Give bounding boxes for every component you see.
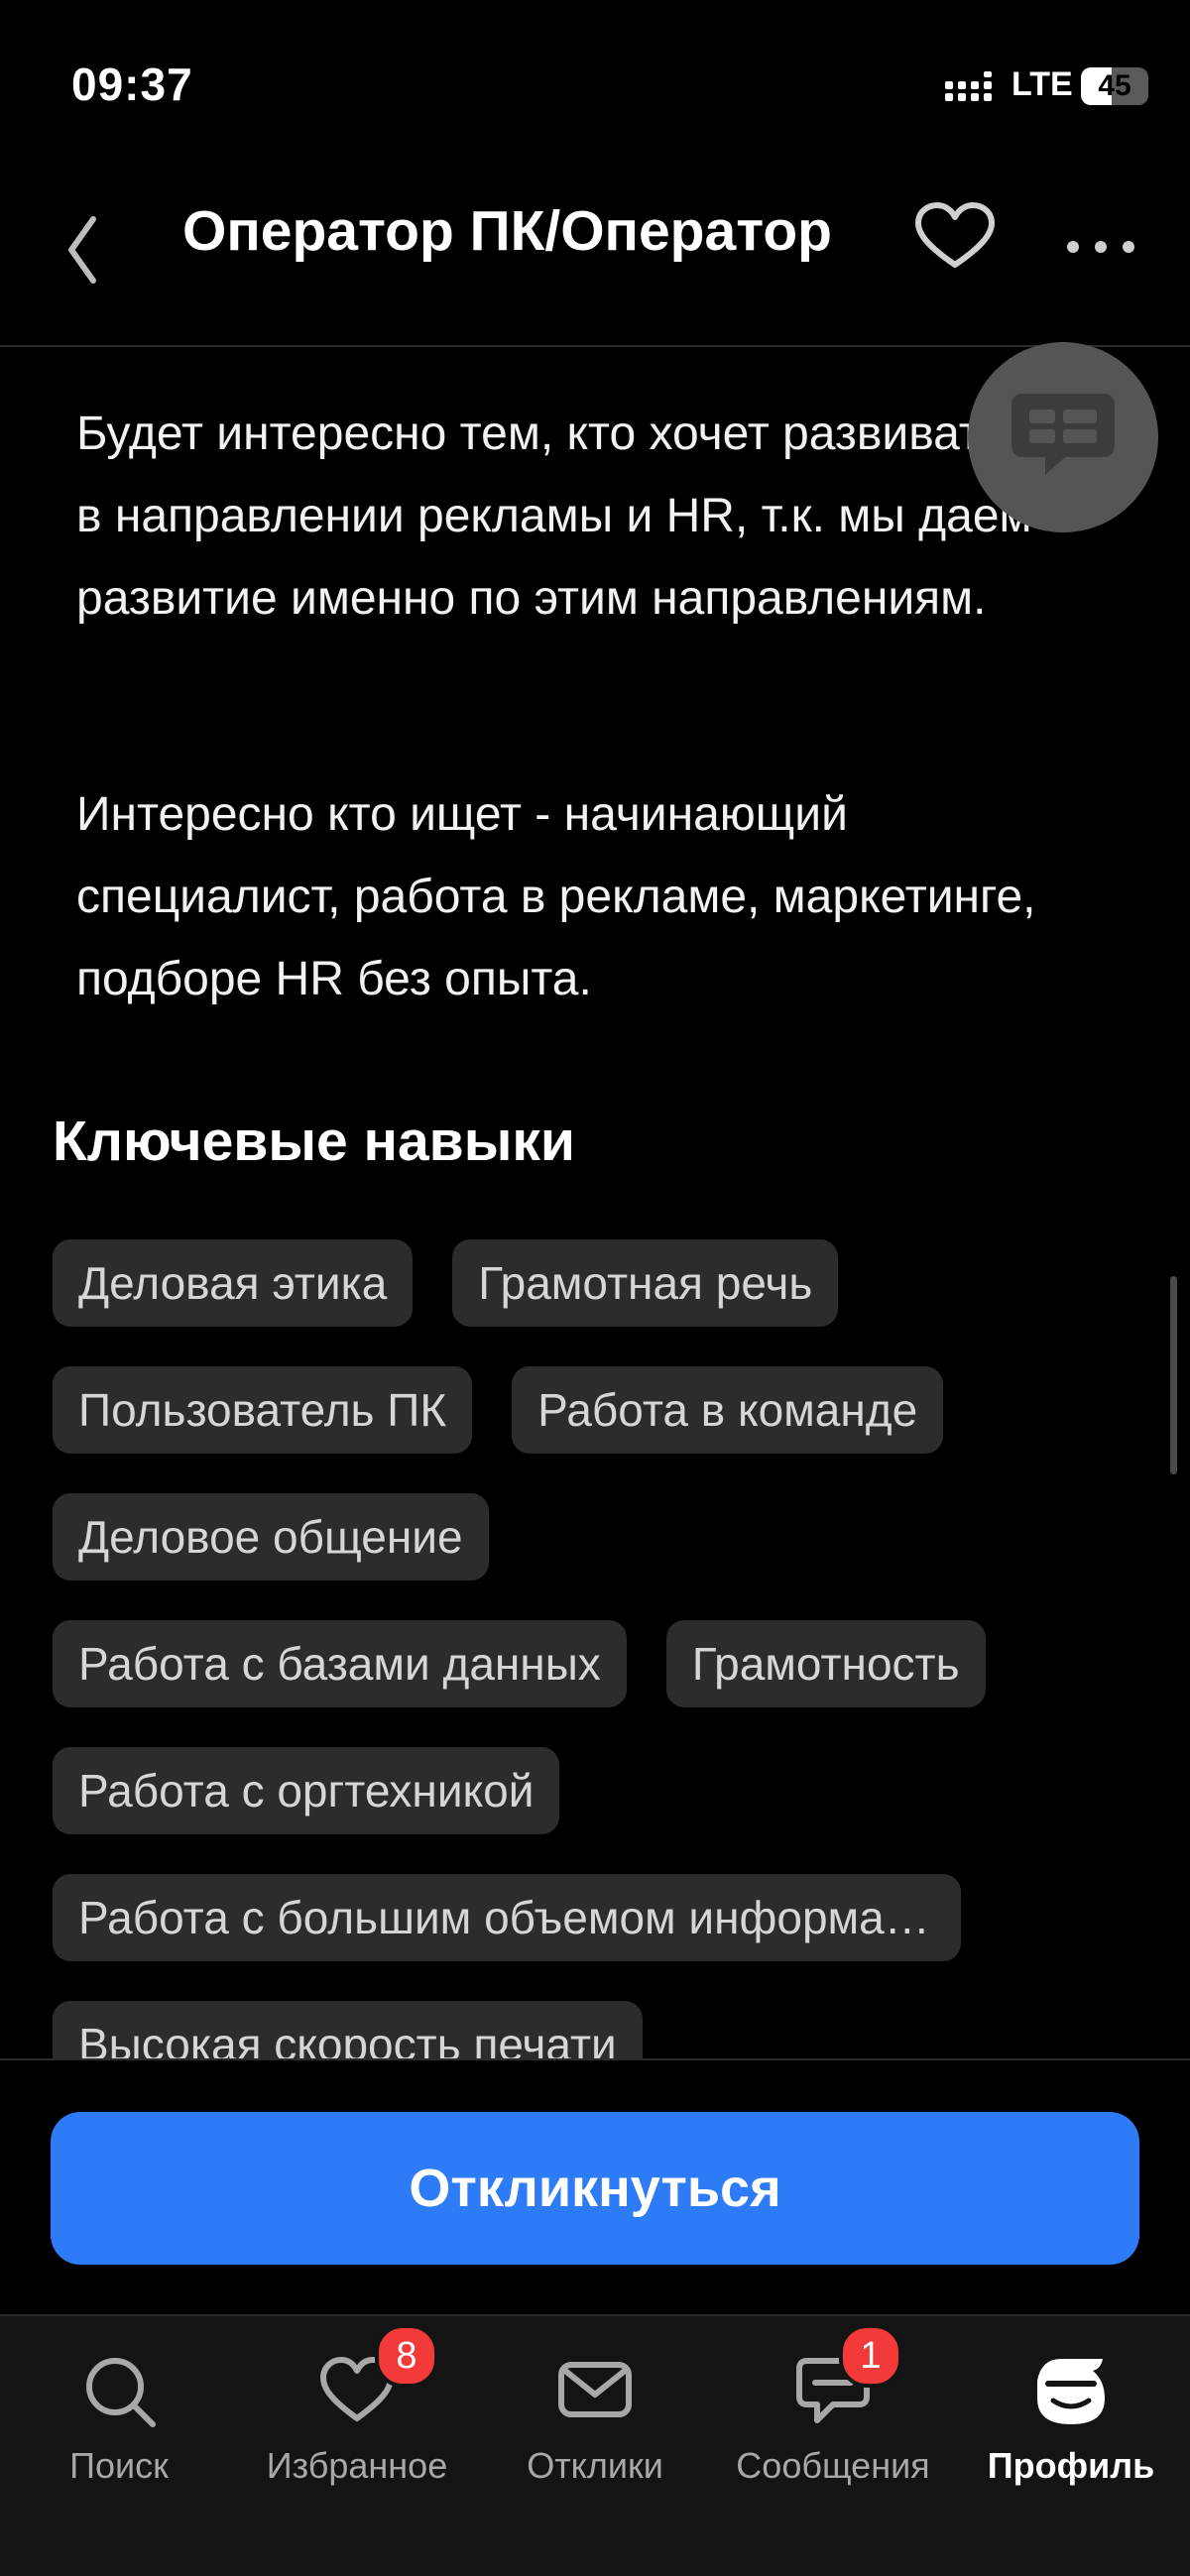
- tab-label: Отклики: [527, 2445, 663, 2486]
- chat-fab-button[interactable]: [968, 342, 1158, 532]
- skills-row: Работа с базами данных Грамотность: [53, 1620, 1143, 1707]
- skill-chip: Работа в команде: [512, 1366, 944, 1454]
- skill-chip: Работа с оргтехникой: [53, 1747, 560, 1834]
- chat-bubble-icon: [1012, 394, 1115, 475]
- status-bar: 09:37 LTE 45: [0, 0, 1190, 174]
- description-paragraph: Будет интересно тем, кто хочет развивать…: [76, 408, 1055, 625]
- tab-favorites[interactable]: 8 Избранное: [238, 2316, 476, 2515]
- skills-title: Ключевые навыки: [53, 1110, 575, 1173]
- tab-label: Избранное: [266, 2445, 448, 2486]
- favorite-button[interactable]: [910, 193, 1000, 283]
- tab-profile[interactable]: Профиль: [952, 2316, 1190, 2515]
- skills-row: Работа с большим объемом информации: [53, 1874, 1143, 1961]
- chevron-left-icon: [68, 216, 96, 284]
- tab-responses[interactable]: Отклики: [476, 2316, 714, 2515]
- skill-chip: Грамотная речь: [452, 1239, 839, 1327]
- battery-icon: 45: [1081, 67, 1148, 105]
- skills-row: Деловое общение: [53, 1493, 1143, 1581]
- profile-avatar-icon: [1037, 2359, 1105, 2424]
- tab-label: Поиск: [69, 2445, 169, 2486]
- skills-list: Деловая этика Грамотная речь Пользователь …: [53, 1239, 1143, 2058]
- skills-row: Высокая скорость печати: [53, 2001, 1143, 2058]
- skill-chip: Работа с базами данных: [53, 1620, 627, 1707]
- messages-badge: 1: [839, 2324, 902, 2388]
- bottom-tab-bar: Поиск 8 Избранное Отклики 1 Сообщения Пр…: [0, 2314, 1190, 2576]
- tab-messages[interactable]: 1 Сообщения: [714, 2316, 952, 2515]
- skills-row: Работа с оргтехникой: [53, 1747, 1143, 1834]
- tab-search[interactable]: Поиск: [0, 2316, 238, 2515]
- skill-chip: Деловая этика: [53, 1239, 414, 1327]
- status-time: 09:37: [71, 59, 193, 110]
- skill-chip: Пользователь ПК: [53, 1366, 473, 1454]
- network-type: LTE: [1012, 65, 1073, 103]
- envelope-icon: [558, 2362, 632, 2417]
- skill-chip: Высокая скорость печати: [53, 2001, 643, 2058]
- heart-outline-icon: [915, 202, 995, 268]
- skill-chip: Грамотность: [665, 1620, 986, 1707]
- scrollbar[interactable]: [1170, 1276, 1177, 1474]
- skills-row: Деловая этика Грамотная речь: [53, 1239, 1143, 1327]
- skill-chip: Деловое общение: [53, 1493, 489, 1581]
- more-horizontal-icon: [1067, 241, 1134, 253]
- signal-icon: [945, 71, 992, 101]
- respond-button[interactable]: Откликнуться: [51, 2112, 1139, 2265]
- page-title: Оператор ПК/Оператор: [182, 199, 832, 263]
- top-bar: Оператор ПК/Оператор: [0, 174, 1190, 347]
- vacancy-content[interactable]: Будет интересно тем, кто хочет развивать…: [0, 349, 1190, 2058]
- skills-row: Пользователь ПК Работа в команде: [53, 1366, 1143, 1454]
- action-area: Откликнуться: [0, 2058, 1190, 2314]
- description-paragraph: Интересно кто ищет - начинающий специали…: [76, 788, 1036, 1005]
- back-button[interactable]: [52, 195, 121, 285]
- search-icon: [86, 2358, 156, 2427]
- more-button[interactable]: [1061, 193, 1140, 283]
- skill-chip: Работа с большим объемом информации: [53, 1874, 961, 1961]
- favorites-badge: 8: [375, 2324, 438, 2388]
- tab-label: Профиль: [987, 2445, 1155, 2486]
- tab-label: Сообщения: [736, 2445, 930, 2486]
- battery-level: 45: [1098, 69, 1131, 102]
- vacancy-screen: 09:37 LTE 45 Оператор ПК/Оператор Будет …: [0, 0, 1190, 2576]
